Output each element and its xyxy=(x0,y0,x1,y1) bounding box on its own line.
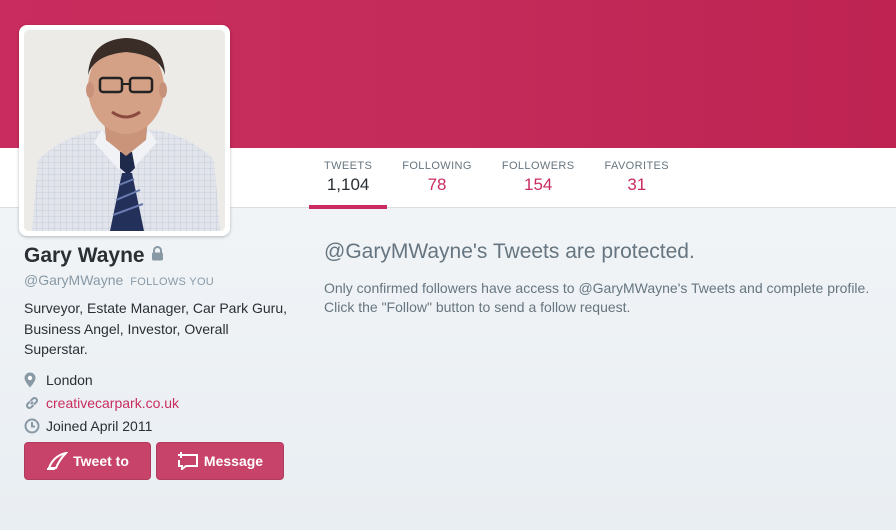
website-link[interactable]: creativecarpark.co.uk xyxy=(46,395,179,411)
clock-icon xyxy=(24,418,46,434)
location-pin-icon xyxy=(24,372,46,388)
avatar-image xyxy=(24,30,225,231)
follows-you-badge: FOLLOWS YOU xyxy=(130,276,215,288)
stat-label: FAVORITES xyxy=(604,160,670,172)
message-label: Message xyxy=(203,453,264,469)
compose-icon xyxy=(46,452,69,470)
profile-joined: Joined April 2011 xyxy=(24,415,294,438)
profile-stats: TWEETS 1,104 FOLLOWING 78 FOLLOWERS 154 … xyxy=(309,148,685,209)
profile-meta: London creativecarpark.co.uk Joined Apri… xyxy=(24,369,294,438)
location-text: London xyxy=(46,372,93,388)
message-icon xyxy=(177,452,199,470)
protected-title: @GaryMWayne's Tweets are protected. xyxy=(324,240,695,263)
lock-icon xyxy=(151,246,164,266)
stat-tweets[interactable]: TWEETS 1,104 xyxy=(309,148,388,209)
stat-value: 154 xyxy=(523,175,553,194)
protected-body: Only confirmed followers have access to … xyxy=(324,280,870,315)
stat-favorites[interactable]: FAVORITES 31 xyxy=(590,148,685,208)
profile-handle[interactable]: @GaryMWayne xyxy=(24,272,123,288)
name-row: Gary Wayne xyxy=(24,244,294,268)
tweet-to-button[interactable]: Tweet to xyxy=(24,442,151,480)
stat-following[interactable]: FOLLOWING 78 xyxy=(387,148,487,208)
profile-card: Gary Wayne @GaryMWayne FOLLOWS YOU Surve… xyxy=(24,244,294,438)
stat-value: 78 xyxy=(427,175,447,194)
profile-website: creativecarpark.co.uk xyxy=(24,392,294,415)
protected-notice: @GaryMWayne's Tweets are protected. Only… xyxy=(324,240,889,317)
profile-location: London xyxy=(24,369,294,392)
stat-label: TWEETS xyxy=(324,160,373,172)
handle-row: @GaryMWayne FOLLOWS YOU xyxy=(24,272,294,288)
tweet-to-label: Tweet to xyxy=(73,453,129,469)
link-icon xyxy=(24,395,46,411)
profile-bio: Surveyor, Estate Manager, Car Park Guru,… xyxy=(24,300,288,357)
stat-followers[interactable]: FOLLOWERS 154 xyxy=(487,148,590,208)
stat-value: 31 xyxy=(627,175,647,194)
joined-text: Joined April 2011 xyxy=(46,418,153,434)
profile-actions: Tweet to Message xyxy=(24,442,284,480)
stat-value: 1,104 xyxy=(326,175,370,194)
profile-avatar[interactable] xyxy=(19,25,230,236)
stat-label: FOLLOWERS xyxy=(501,160,575,172)
message-button[interactable]: Message xyxy=(156,442,284,480)
profile-name[interactable]: Gary Wayne xyxy=(24,244,145,268)
stat-label: FOLLOWING xyxy=(402,160,472,172)
avatar-photo xyxy=(24,30,225,231)
